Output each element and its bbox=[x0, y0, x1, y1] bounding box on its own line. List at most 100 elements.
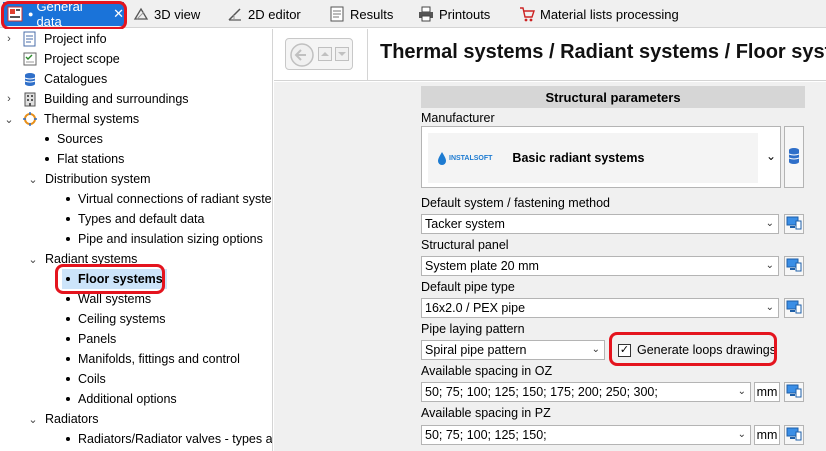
catalogue-button[interactable] bbox=[784, 126, 804, 188]
tree-item-thermal-systems[interactable]: Thermal systems bbox=[22, 109, 139, 129]
tree-item-additional[interactable]: Additional options bbox=[66, 389, 177, 409]
oz-unit: mm bbox=[754, 382, 780, 402]
checkbox-box[interactable]: ✓ bbox=[618, 343, 631, 357]
oz-value: 50; 75; 100; 125; 150; 175; 200; 250; 30… bbox=[425, 385, 658, 399]
back-arrow-icon[interactable] bbox=[289, 42, 315, 71]
tree-item-radiant[interactable]: Radiant systems bbox=[45, 249, 137, 269]
tab-results-label: Results bbox=[350, 6, 394, 22]
tree-label: Coils bbox=[78, 372, 106, 386]
panel-catalogue-button[interactable] bbox=[784, 256, 804, 276]
oz-catalogue-button[interactable] bbox=[784, 382, 804, 402]
tree-item-building[interactable]: Building and surroundings bbox=[22, 89, 189, 109]
manufacturer-card: INSTALSOFT Basic radiant systems bbox=[428, 133, 758, 183]
tree-label: Floor systems bbox=[78, 272, 163, 286]
chevron-down-icon: ⌄ bbox=[765, 260, 774, 271]
tree-item-wall-systems[interactable]: Wall systems bbox=[66, 289, 151, 309]
tree-label: Project info bbox=[44, 32, 107, 46]
panel-select[interactable]: System plate 20 mm ⌄ bbox=[421, 256, 779, 276]
default-system-select[interactable]: Tacker system ⌄ bbox=[421, 214, 779, 234]
form-panel: Structural parameters Manufacturer INSTA… bbox=[274, 82, 826, 451]
cart-icon bbox=[519, 6, 535, 22]
tree-item-ceiling-systems[interactable]: Ceiling systems bbox=[66, 309, 166, 329]
tree-item-radiators[interactable]: Radiators bbox=[45, 409, 99, 429]
bullet bbox=[66, 317, 70, 321]
tree-label: Types and default data bbox=[78, 212, 205, 226]
laying-value: Spiral pipe pattern bbox=[425, 343, 527, 357]
printer-icon bbox=[418, 6, 434, 22]
pz-select[interactable]: 50; 75; 100; 125; 150; ⌄ bbox=[421, 425, 751, 445]
chevron-down-icon[interactable]: ⌄ bbox=[28, 169, 38, 189]
tree-label: Project scope bbox=[44, 52, 120, 66]
tree-label: Thermal systems bbox=[44, 112, 140, 126]
tree-item-project-info[interactable]: Project info bbox=[22, 29, 107, 49]
tab-printouts-label: Printouts bbox=[439, 6, 491, 22]
monitor-icon bbox=[786, 216, 802, 233]
tab-bar: ● General data ✕ 3D view 2D editor Resul… bbox=[0, 0, 826, 29]
tree-item-types-default[interactable]: Types and default data bbox=[66, 209, 204, 229]
chevron-down-icon[interactable]: ⌄ bbox=[28, 409, 38, 429]
tab-general-data[interactable]: ● General data ✕ bbox=[3, 0, 124, 29]
default-system-catalogue-button[interactable] bbox=[784, 214, 804, 234]
tree-label: Catalogues bbox=[44, 72, 108, 86]
bullet bbox=[66, 437, 70, 441]
tree-label: Radiators/Radiator valves - types and bbox=[78, 432, 273, 446]
bullet bbox=[66, 297, 70, 301]
tree-item-distribution[interactable]: Distribution system bbox=[45, 169, 151, 189]
tree-item-flat-stations[interactable]: Flat stations bbox=[45, 149, 124, 169]
results-icon bbox=[329, 6, 345, 22]
chevron-down-icon: ⌄ bbox=[765, 302, 774, 313]
manufacturer-value: Basic radiant systems bbox=[512, 151, 645, 165]
tab-printouts[interactable]: Printouts bbox=[418, 2, 490, 26]
tree-item-pipe-sizing[interactable]: Pipe and insulation sizing options bbox=[66, 229, 263, 249]
tree-label: Additional options bbox=[78, 392, 177, 406]
tree-item-floor-systems[interactable]: Floor systems bbox=[62, 269, 167, 289]
panel-label: Structural panel bbox=[421, 238, 509, 252]
chevron-down-icon[interactable]: ⌄ bbox=[28, 249, 38, 269]
tree-item-catalogues[interactable]: Catalogues bbox=[22, 69, 107, 89]
tab-active-dot: ● bbox=[28, 9, 34, 19]
chevron-down-icon[interactable]: ⌄ bbox=[766, 149, 776, 163]
navigation-buttons bbox=[285, 38, 353, 70]
3d-view-icon bbox=[133, 6, 149, 22]
close-icon[interactable]: ✕ bbox=[113, 6, 124, 22]
tree-label: Distribution system bbox=[45, 172, 151, 186]
generate-loops-label: Generate loops drawings bbox=[637, 343, 776, 357]
chevron-right-icon[interactable]: › bbox=[4, 29, 14, 49]
tree-item-radiator-valves[interactable]: Radiators/Radiator valves - types and bbox=[66, 429, 273, 449]
tab-material-lists[interactable]: Material lists processing bbox=[519, 2, 679, 26]
header-divider bbox=[367, 29, 368, 81]
tree-item-coils[interactable]: Coils bbox=[66, 369, 106, 389]
default-system-label: Default system / fastening method bbox=[421, 196, 610, 210]
tree-item-manifolds[interactable]: Manifolds, fittings and control bbox=[66, 349, 240, 369]
tree-item-project-scope[interactable]: Project scope bbox=[22, 49, 120, 69]
generate-loops-checkbox[interactable]: ✓ Generate loops drawings bbox=[618, 343, 776, 357]
tab-results[interactable]: Results bbox=[329, 2, 393, 26]
pipe-type-select[interactable]: 16x2.0 / PEX pipe ⌄ bbox=[421, 298, 779, 318]
oz-label: Available spacing in OZ bbox=[421, 364, 553, 378]
laying-select[interactable]: Spiral pipe pattern ⌄ bbox=[421, 340, 605, 360]
bullet bbox=[45, 137, 49, 141]
pz-catalogue-button[interactable] bbox=[784, 425, 804, 445]
tab-2d-editor[interactable]: 2D editor bbox=[227, 2, 301, 26]
bullet bbox=[66, 197, 70, 201]
down-icon[interactable] bbox=[335, 47, 349, 64]
chevron-right-icon[interactable]: › bbox=[4, 89, 14, 109]
chevron-down-icon[interactable]: ⌄ bbox=[4, 109, 14, 129]
chevron-down-icon: ⌄ bbox=[737, 386, 746, 397]
tree-item-virtual-connections[interactable]: Virtual connections of radiant system bbox=[66, 189, 272, 209]
chevron-down-icon: ⌄ bbox=[737, 429, 746, 440]
manufacturer-select[interactable]: INSTALSOFT Basic radiant systems ⌄ bbox=[421, 126, 781, 188]
pipe-type-catalogue-button[interactable] bbox=[784, 298, 804, 318]
tab-3d-view[interactable]: 3D view bbox=[133, 2, 200, 26]
bullet bbox=[66, 397, 70, 401]
monitor-icon bbox=[786, 258, 802, 275]
up-icon[interactable] bbox=[318, 47, 332, 64]
tree-label: Radiant systems bbox=[45, 252, 138, 266]
tree-item-panels[interactable]: Panels bbox=[66, 329, 116, 349]
building-icon bbox=[22, 91, 38, 107]
tree-label: Ceiling systems bbox=[78, 312, 166, 326]
oz-select[interactable]: 50; 75; 100; 125; 150; 175; 200; 250; 30… bbox=[421, 382, 751, 402]
chevron-down-icon: ⌄ bbox=[765, 218, 774, 229]
tree-item-sources[interactable]: Sources bbox=[45, 129, 103, 149]
panel-value: System plate 20 mm bbox=[425, 259, 539, 273]
